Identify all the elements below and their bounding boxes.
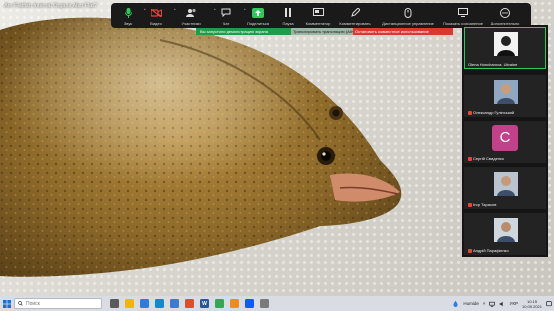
participants-icon	[185, 7, 197, 18]
word-icon[interactable]: W	[200, 299, 209, 308]
toolbar-video-off-button[interactable]: Видео ˄	[141, 3, 176, 28]
weather-label[interactable]: Humide	[463, 301, 479, 306]
participant-panel: Olena Honcharova, Ukraine Олександр Гулін…	[462, 25, 548, 257]
participant-tile[interactable]: Андрій Парафієнко	[464, 213, 546, 255]
toolbar-label: Звук	[123, 21, 133, 26]
participant-video	[494, 32, 518, 56]
system-tray: Humide ˄ УКР 10:15 10.09.2021	[452, 296, 552, 311]
network-icon[interactable]	[489, 301, 496, 307]
participant-video	[494, 80, 518, 104]
participant-name-text: Olena Honcharova, Ukraine	[468, 62, 518, 67]
video-off-icon	[150, 7, 162, 18]
annotate-icon	[312, 7, 324, 18]
stop-share-button[interactable]: Остановить совместное использование	[353, 28, 453, 35]
show-icon	[458, 7, 468, 18]
mic-muted-icon	[468, 202, 472, 207]
volume-icon[interactable]	[499, 301, 505, 307]
toolbar-label: Поделиться	[246, 21, 270, 26]
more-icon	[500, 7, 510, 18]
participant-name-text: Ігор Тарасов	[473, 202, 497, 207]
toolbar-participants-button[interactable]: Участники ˄	[171, 3, 216, 28]
toolbar-label: Дистанционное управление	[382, 21, 434, 26]
media-player-icon[interactable]	[260, 299, 269, 308]
toolbar-remote-control-button[interactable]: Дистанционное управление	[375, 3, 441, 28]
pinned-apps: W	[110, 299, 269, 308]
participant-name: Сергій Свиденко	[468, 156, 504, 161]
mic-muted-icon	[468, 248, 472, 253]
toolbar-label: Видео	[150, 21, 162, 26]
clock[interactable]: 10:15 10.09.2021	[522, 299, 542, 309]
participant-video	[494, 172, 518, 196]
zoom-app-icon[interactable]	[245, 299, 254, 308]
participant-name: Olena Honcharova, Ukraine	[468, 62, 517, 67]
file-explorer-icon[interactable]	[125, 299, 134, 308]
search-input[interactable]	[26, 300, 86, 307]
taskbar-search-box[interactable]	[14, 298, 102, 309]
search-icon	[18, 301, 23, 306]
language-indicator[interactable]: УКР	[509, 301, 517, 306]
participant-name-text: Сергій Свиденко	[473, 156, 505, 161]
task-view-icon[interactable]	[110, 299, 119, 308]
windows-taskbar: W Humide ˄ УКР 10:15 10.09.2021	[0, 296, 554, 311]
video-title: Are Flatfish Internal Organs Also Flat?	[4, 3, 97, 9]
mic-muted-icon	[468, 156, 472, 161]
participant-name: Ігор Тарасов	[468, 202, 496, 207]
toolbar-share-screen-button[interactable]: Поделиться	[241, 3, 275, 28]
remote-control-icon	[404, 7, 412, 18]
toolbar-label: Чат	[222, 21, 230, 26]
mail-icon[interactable]	[140, 299, 149, 308]
participant-name: Андрій Парафієнко	[468, 248, 509, 253]
sharing-status-banner: Вы запустили демонстрацию экрана	[196, 28, 291, 35]
participant-video	[494, 218, 518, 242]
toolbar-annotate-button[interactable]: Комментатор	[301, 3, 335, 28]
participant-tile[interactable]: С Сергій Свиденко	[464, 121, 546, 163]
pencil-icon	[350, 7, 360, 18]
edge-browser-icon[interactable]	[155, 299, 164, 308]
share-screen-icon	[252, 7, 264, 18]
toolbar-microphone-button[interactable]: Звук ˄	[115, 3, 146, 28]
tray-chevron-up-icon[interactable]: ˄	[483, 301, 486, 306]
office-icon[interactable]	[185, 299, 194, 308]
participant-name-text: Андрій Парафієнко	[473, 248, 509, 253]
participant-tile[interactable]: Olena Honcharova, Ukraine	[464, 27, 546, 69]
firefox-icon[interactable]	[230, 299, 239, 308]
broadcast-banner[interactable]: Транслировать трансляцию (Alt+S)	[291, 28, 353, 35]
toolbar-label: Комментатор	[305, 21, 331, 26]
participant-name-text: Олександр Гулінський	[473, 110, 515, 115]
participant-tile[interactable]: Олександр Гулінський	[464, 75, 546, 117]
microphone-icon	[124, 7, 132, 18]
toolbar-pencil-button[interactable]: Комментировать	[335, 3, 375, 28]
toolbar-pause-button[interactable]: Пауза	[275, 3, 301, 28]
participant-tile[interactable]: Ігор Тарасов	[464, 167, 546, 209]
participant-name: Олександр Гулінський	[468, 110, 514, 115]
chrome-icon[interactable]	[215, 299, 224, 308]
notifications-icon[interactable]	[546, 300, 552, 307]
start-button[interactable]	[0, 296, 14, 311]
pause-icon	[284, 7, 292, 18]
chat-icon	[221, 7, 231, 18]
weather-icon[interactable]	[452, 300, 459, 307]
avatar: С	[492, 125, 518, 151]
mic-muted-icon	[468, 110, 472, 115]
toolbar-label: Комментировать	[339, 21, 371, 26]
toolbar-label: Пауза	[282, 21, 294, 26]
store-icon[interactable]	[170, 299, 179, 308]
toolbar-chat-button[interactable]: Чат ˄	[211, 3, 246, 28]
toolbar-label: Участники	[181, 21, 201, 26]
windows-logo-icon	[3, 299, 11, 308]
clock-date: 10.09.2021	[521, 303, 542, 309]
